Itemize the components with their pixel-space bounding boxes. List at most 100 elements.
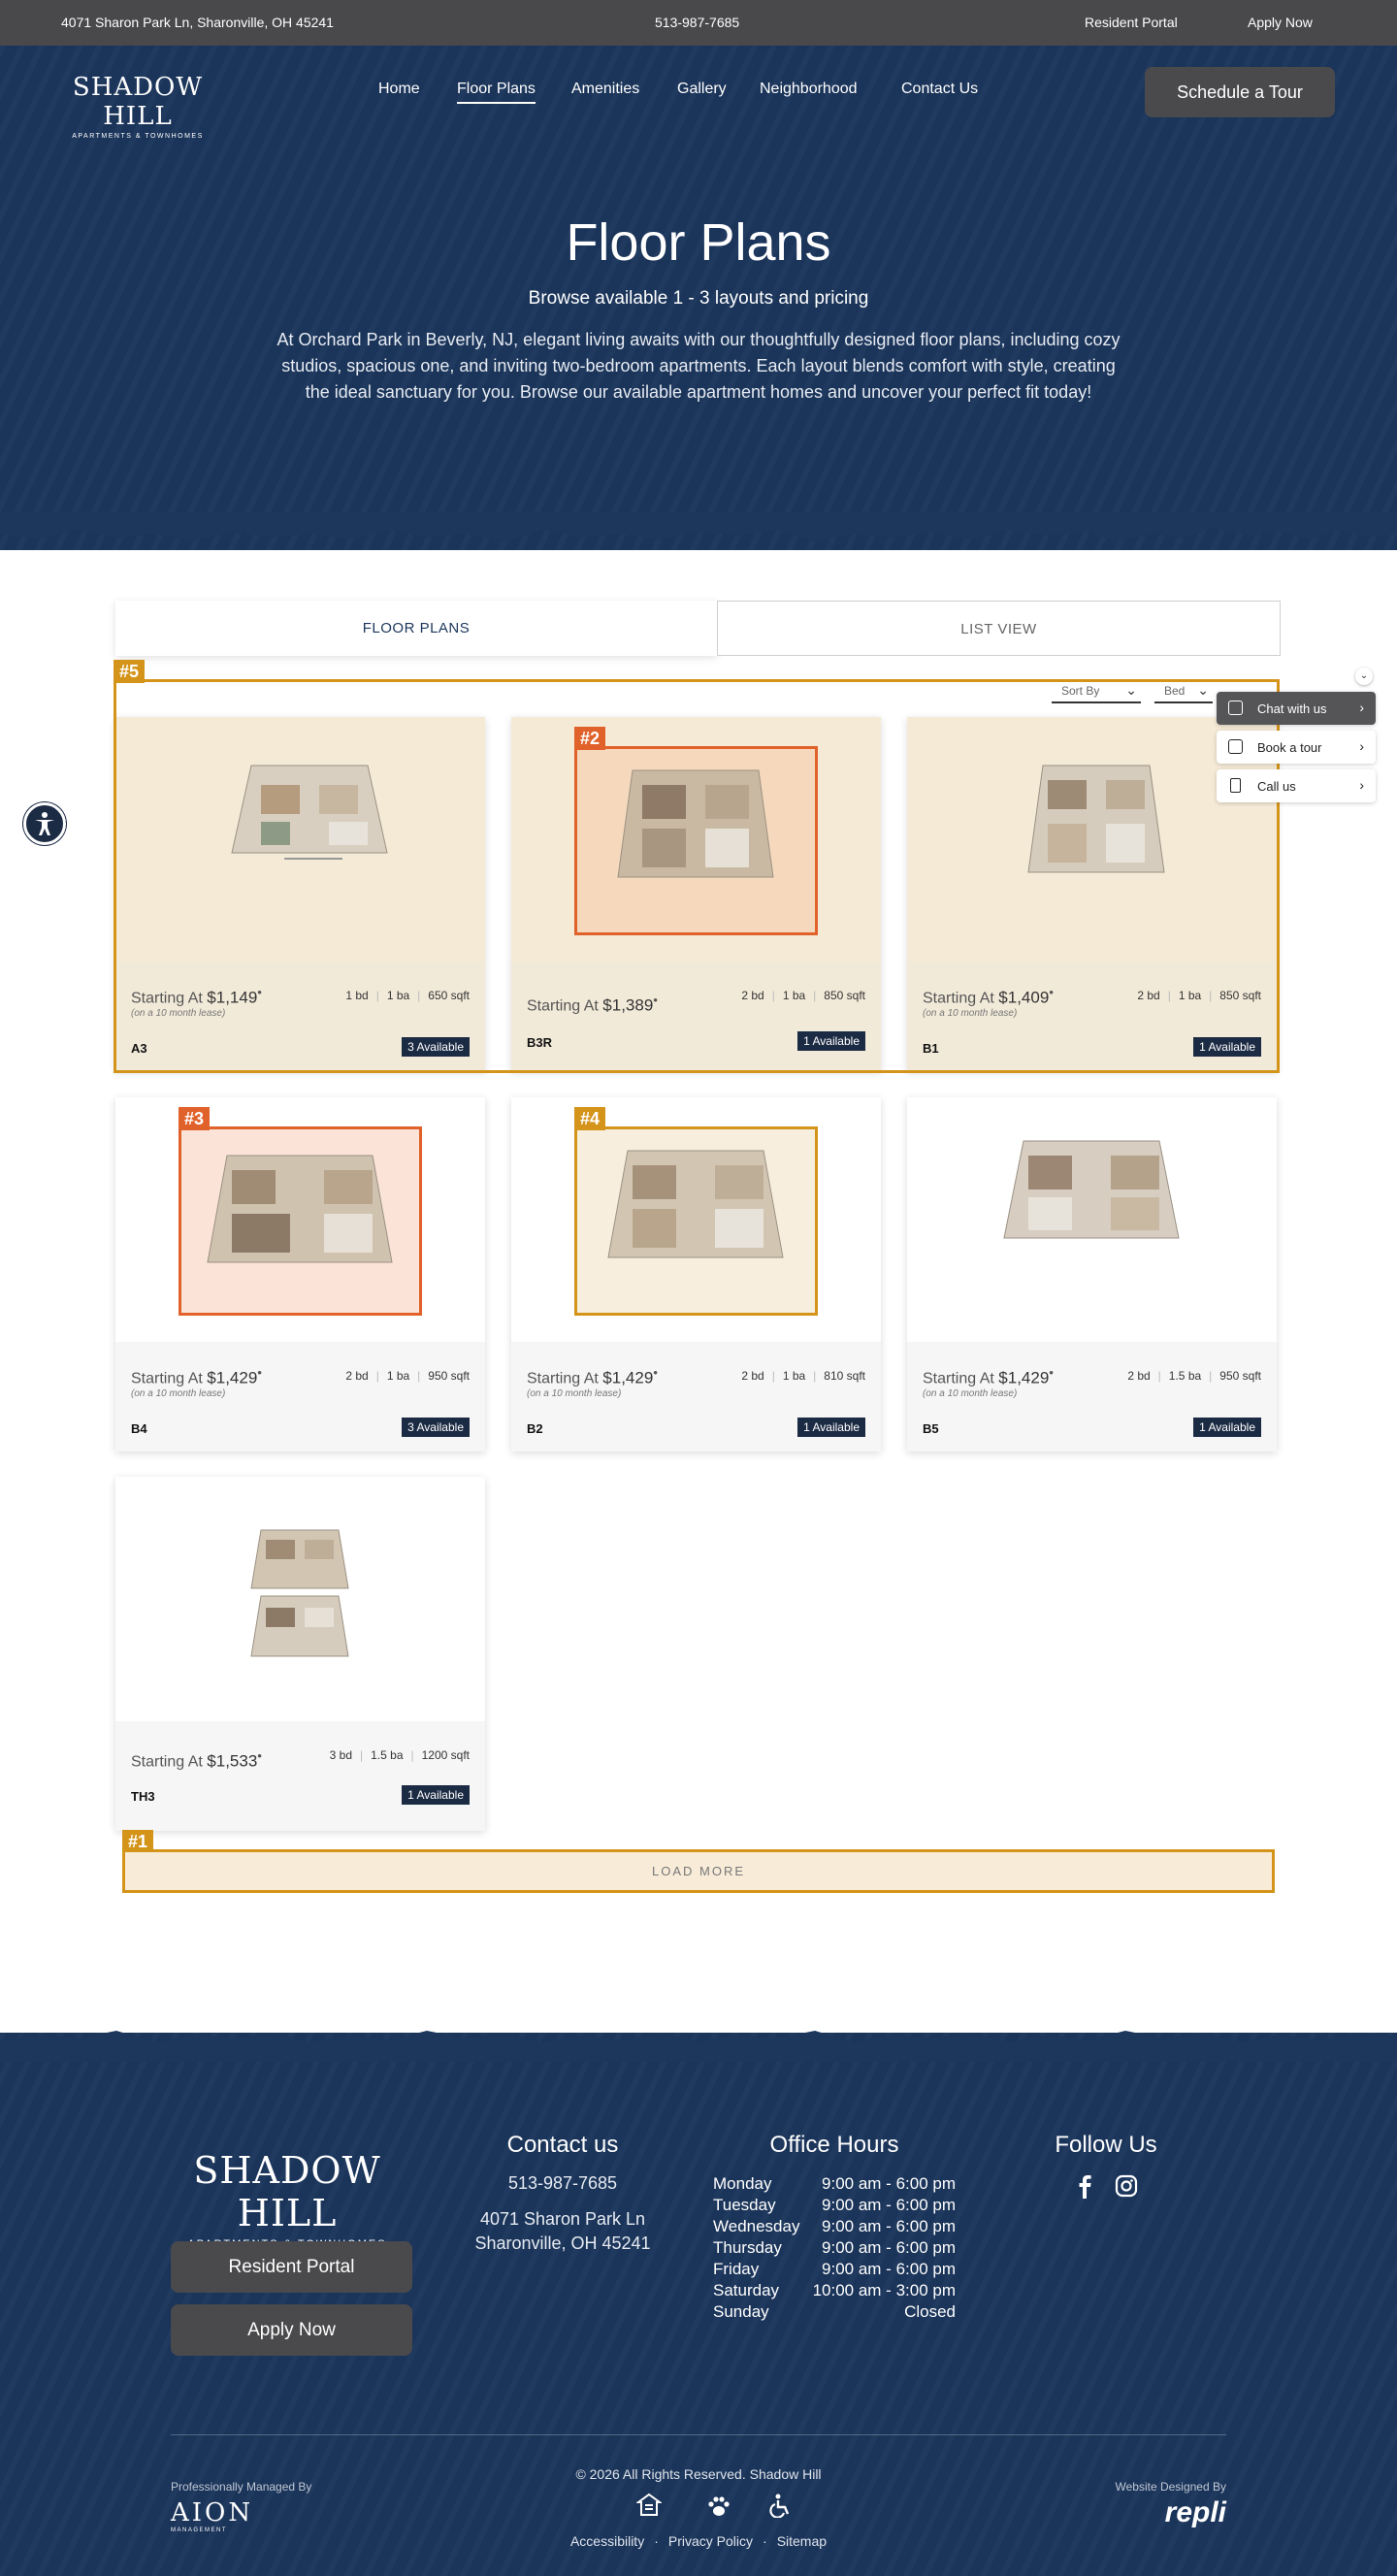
footer-logo-name: SHADOW HILL	[193, 2149, 381, 2234]
floor-plan-card-b2[interactable]: Starting At $1,429• (on a 10 month lease…	[511, 1097, 881, 1451]
lease-note: (on a 10 month lease)	[923, 1388, 1018, 1399]
tab-list-view[interactable]: LIST VIEW	[717, 601, 1281, 656]
nav-neighborhood[interactable]: Neighborhood	[760, 81, 858, 98]
chat-with-us-label: Chat with us	[1257, 701, 1327, 716]
availability-badge: 1 Available	[797, 1418, 865, 1437]
torn-edge-divider	[0, 512, 1397, 541]
footer-logo[interactable]: SHADOW HILL APARTMENTS & TOWNHOMES	[171, 2149, 404, 2250]
chevron-down-icon: ⌄	[1197, 682, 1209, 698]
floor-plan-image	[511, 1097, 881, 1342]
load-more-button[interactable]: LOAD MORE	[122, 1849, 1275, 1893]
book-a-tour-button[interactable]: Book a tour ›	[1217, 731, 1376, 764]
floor-plan-card-a3[interactable]: Starting At $1,149• (on a 10 month lease…	[115, 717, 485, 1071]
copyright: © 2026 All Rights Reserved. Shadow Hill	[575, 2466, 822, 2482]
nav-amenities[interactable]: Amenities	[571, 81, 639, 98]
baths: 1.5 ba	[1168, 1369, 1202, 1383]
hours-time: 9:00 am - 6:00 pm	[822, 2260, 956, 2278]
availability-badge: 1 Available	[1193, 1418, 1261, 1437]
facebook-icon[interactable]	[1072, 2173, 1097, 2199]
top-bar-phone[interactable]: 513-987-7685	[655, 15, 739, 30]
hours-row: Saturday 10:00 am - 3:00 pm	[713, 2280, 956, 2301]
hours-day: Sunday	[713, 2302, 769, 2321]
beds: 2 bd	[1137, 989, 1160, 1002]
footer-apply-now-button[interactable]: Apply Now	[171, 2304, 412, 2356]
sqft: 810 sqft	[824, 1369, 865, 1383]
tab-floor-plans[interactable]: FLOOR PLANS	[115, 601, 717, 656]
hours-row: Tuesday 9:00 am - 6:00 pm	[713, 2195, 956, 2216]
sort-by-label: Sort By	[1061, 684, 1100, 698]
accessibility-link[interactable]: Accessibility	[570, 2533, 644, 2549]
hours-row: Sunday Closed	[713, 2301, 956, 2323]
link-separator: ·	[763, 2533, 767, 2549]
sqft: 950 sqft	[1219, 1369, 1261, 1383]
hours-row: Wednesday 9:00 am - 6:00 pm	[713, 2216, 956, 2237]
price-value: $1,533	[207, 1751, 258, 1771]
aion-logo[interactable]: AION MANAGEMENT	[171, 2498, 253, 2533]
beds: 3 bd	[329, 1748, 352, 1762]
plan-name: A3	[131, 1041, 147, 1056]
floor-plan-card-b3r[interactable]: Starting At $1,389• 2 bd | 1 ba | 850 sqft B…	[511, 717, 881, 1071]
price-value: $1,429	[207, 1368, 258, 1387]
floor-plan-image	[115, 1477, 485, 1721]
top-bar-apply-now-link[interactable]: Apply Now	[1248, 15, 1313, 30]
top-bar-resident-portal-link[interactable]: Resident Portal	[1085, 15, 1178, 30]
beds: 2 bd	[741, 1369, 764, 1383]
floor-plan-card-b4[interactable]: Starting At $1,429• (on a 10 month lease…	[115, 1097, 485, 1451]
price-prefix: Starting At	[923, 990, 994, 1007]
accessibility-widget-button[interactable]	[23, 802, 66, 845]
floor-plan-image	[115, 1097, 485, 1342]
torn-edge-divider	[0, 2031, 1397, 2062]
sqft: 850 sqft	[1219, 989, 1261, 1002]
wheelchair-icon	[769, 2494, 790, 2518]
hours-day: Thursday	[713, 2238, 782, 2257]
hours-day: Tuesday	[713, 2196, 776, 2214]
nav-home[interactable]: Home	[378, 81, 420, 98]
price-prefix: Starting At	[527, 1370, 599, 1387]
chat-collapse-button[interactable]: ⌄	[1355, 668, 1373, 685]
compliance-icons	[636, 2493, 790, 2518]
top-bar-address[interactable]: 4071 Sharon Park Ln, Sharonville, OH 452…	[61, 15, 334, 30]
beds: 2 bd	[1127, 1369, 1151, 1383]
aion-logo-text: AION	[171, 2498, 254, 2527]
chevron-down-icon: ⌄	[1125, 682, 1137, 698]
availability-badge: 1 Available	[1193, 1037, 1261, 1057]
sort-by-select[interactable]: Sort By ⌄	[1052, 680, 1141, 703]
call-us-button[interactable]: Call us ›	[1217, 769, 1376, 802]
calendar-icon	[1228, 739, 1243, 754]
beds: 2 bd	[741, 989, 764, 1002]
floor-plan-card-b5[interactable]: Starting At $1,429• (on a 10 month lease…	[907, 1097, 1277, 1451]
plan-name: B3R	[527, 1035, 553, 1050]
hours-time: 9:00 am - 6:00 pm	[822, 2174, 956, 2193]
chat-with-us-button[interactable]: Chat with us ›	[1217, 692, 1376, 725]
baths: 1 ba	[386, 1369, 410, 1383]
nav-floor-plans[interactable]: Floor Plans	[457, 81, 536, 104]
call-us-label: Call us	[1257, 779, 1296, 794]
hero-section: SHADOW HILL APARTMENTS & TOWNHOMES Home …	[0, 46, 1397, 550]
hours-time: Closed	[904, 2302, 956, 2321]
view-tabs: FLOOR PLANS LIST VIEW	[115, 601, 1281, 656]
footer-resident-portal-button[interactable]: Resident Portal	[171, 2241, 412, 2293]
privacy-policy-link[interactable]: Privacy Policy	[668, 2533, 753, 2549]
baths: 1.5 ba	[371, 1748, 404, 1762]
highlight-tag-5: #5	[114, 660, 146, 683]
sitemap-link[interactable]: Sitemap	[777, 2533, 827, 2549]
bed-filter-label: Bed	[1164, 684, 1186, 698]
footer-phone[interactable]: 513-987-7685	[466, 2173, 660, 2194]
repli-logo[interactable]: repli	[1116, 2496, 1226, 2529]
instagram-icon[interactable]	[1114, 2173, 1139, 2199]
price-value: $1,389	[602, 995, 654, 1015]
highlight-tag-2: #2	[574, 727, 606, 750]
footer-address-line2: Sharonville, OH 45241	[474, 2234, 651, 2253]
hours-time: 9:00 am - 6:00 pm	[822, 2238, 956, 2257]
bed-filter-select[interactable]: Bed ⌄	[1154, 680, 1213, 703]
nav-contact-us[interactable]: Contact Us	[901, 81, 978, 98]
sqft: 950 sqft	[428, 1369, 470, 1383]
floor-plan-card-th3[interactable]: Starting At $1,533• 3 bd | 1.5 ba | 1200 sqf…	[115, 1477, 485, 1831]
page-subtitle: Browse available 1 - 3 layouts and prici…	[528, 288, 869, 309]
accessibility-icon	[35, 812, 54, 835]
managed-by-label: Professionally Managed By	[171, 2480, 312, 2494]
nav-gallery[interactable]: Gallery	[677, 81, 727, 98]
schedule-tour-button[interactable]: Schedule a Tour	[1145, 67, 1335, 117]
hours-day: Friday	[713, 2260, 760, 2278]
page-title: Floor Plans	[566, 213, 831, 272]
